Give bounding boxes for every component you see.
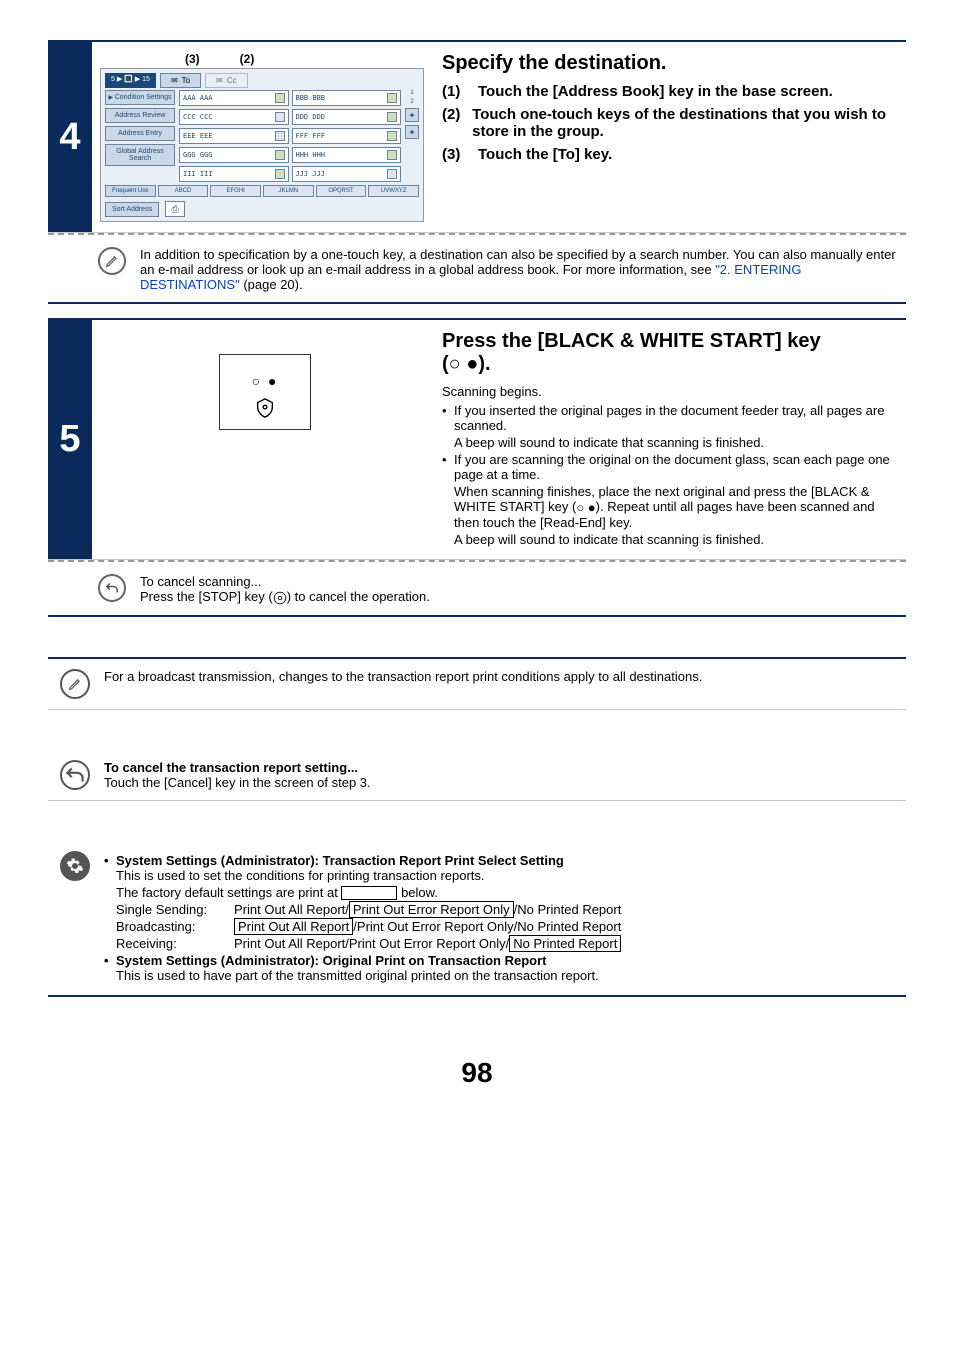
scanning-begins: Scanning begins. (442, 384, 898, 399)
phone-icon (387, 169, 397, 179)
item-3-text: Touch the [To] key. (478, 146, 612, 163)
address-grid: AAA AAA BBB BBB CCC CCC DDD DDD EEE EEE … (179, 90, 401, 182)
address-cell[interactable]: EEE EEE (179, 128, 289, 144)
address-review-button[interactable]: Address Review (105, 108, 175, 123)
address-cell[interactable]: DDD DDD (292, 109, 402, 125)
callout-3: (3) (185, 52, 200, 66)
cancel-transaction-note: To cancel the transaction report setting… (48, 750, 906, 801)
back-icon (98, 574, 126, 602)
bullet-1: If you inserted the original pages in th… (442, 403, 898, 433)
tab-jklmn[interactable]: JKLMN (263, 185, 314, 197)
envelope-icon: ✉ (216, 76, 223, 85)
mail-icon (275, 93, 285, 103)
callout-2: (2) (240, 52, 255, 66)
mail-icon (387, 93, 397, 103)
scrollbar: 1 2 ✦ ✦ (405, 90, 419, 182)
phone-icon (275, 131, 285, 141)
start-key-icon (254, 397, 276, 419)
stop-key-icon (273, 591, 287, 605)
step-5-number: 5 (48, 320, 92, 559)
address-cell[interactable]: BBB BBB (292, 90, 402, 106)
item-2-text: Touch one-touch keys of the destinations… (472, 106, 898, 140)
row-broadcasting: Broadcasting:Print Out All Report/Print … (104, 919, 898, 934)
pencil-icon (60, 669, 90, 699)
bw-key-icon: ○ ● (576, 500, 595, 515)
row-single-sending: Single Sending:Print Out All Report/Prin… (104, 902, 898, 917)
step-4-heading: Specify the destination. (442, 52, 898, 75)
back-icon (60, 760, 90, 790)
scroll-up-button[interactable]: ✦ (405, 108, 419, 122)
mail-icon (387, 112, 397, 122)
gear-icon (60, 851, 90, 881)
sys1-b: The factory default settings are print a… (104, 885, 898, 901)
scroll-down-button[interactable]: ✦ (405, 125, 419, 139)
mail-icon (275, 150, 285, 160)
phone-icon (275, 112, 285, 122)
step-5-cancel-note: To cancel scanning... Press the [STOP] k… (48, 560, 906, 617)
breadcrumb: 5 ▶ 🔳 ▶ 15 (105, 73, 156, 88)
step-4-note-text: In addition to specification by a one-to… (140, 247, 900, 292)
condition-settings-button[interactable]: Condition Settings (105, 90, 175, 105)
address-cell[interactable]: GGG GGG (179, 147, 289, 163)
sort-mode-button[interactable]: ⎙ (165, 201, 185, 217)
step-5-text: Press the [BLACK & WHITE START] key (○ ●… (442, 330, 898, 549)
blank-box (341, 886, 397, 900)
sys1-title: System Settings (Administrator): Transac… (104, 853, 898, 868)
mail-icon (387, 131, 397, 141)
item-2-num: (2) (442, 106, 462, 140)
sys1-a: This is used to set the conditions for p… (104, 868, 898, 883)
item-1-text: Touch the [Address Book] key in the base… (478, 83, 833, 100)
address-entry-button[interactable]: Address Entry (105, 126, 175, 141)
item-1-num: (1) (442, 83, 468, 100)
alpha-tabs: Frequent Use ABCD EFGHI JKLMN OPQRST UVW… (105, 185, 419, 197)
tab-uvwxyz[interactable]: UVWXYZ (368, 185, 419, 197)
step-4-note: In addition to specification by a one-to… (48, 233, 906, 304)
bullet-1b: A beep will sound to indicate that scann… (442, 435, 898, 450)
pencil-icon (98, 247, 126, 275)
step-4: 4 (3) (2) 5 ▶ 🔳 ▶ 15 ✉To ✉Cc Condition S… (48, 40, 906, 233)
bullet-2c: A beep will sound to indicate that scann… (442, 532, 898, 547)
step-4-number: 4 (48, 42, 92, 232)
sort-address-button[interactable]: Sort Address (105, 202, 159, 217)
tab-frequent[interactable]: Frequent Use (105, 185, 156, 197)
broadcast-note-text: For a broadcast transmission, changes to… (104, 669, 898, 699)
tab-abcd[interactable]: ABCD (158, 185, 209, 197)
cancel-transaction-body: Touch the [Cancel] key in the screen of … (104, 775, 898, 790)
address-cell[interactable]: CCC CCC (179, 109, 289, 125)
bw-indicator-icon: ○ ● (252, 373, 279, 389)
cancel-transaction-title: To cancel the transaction report setting… (104, 760, 898, 775)
cancel-scanning-text: To cancel scanning... Press the [STOP] k… (140, 574, 430, 605)
step-5: 5 ○ ● Press the [BLACK & WHITE START] ke… (48, 318, 906, 560)
cc-button[interactable]: ✉Cc (205, 73, 247, 88)
tab-opqrst[interactable]: OPQRST (316, 185, 367, 197)
step-5-illustration: ○ ● (100, 330, 430, 549)
broadcast-note: For a broadcast transmission, changes to… (48, 657, 906, 710)
step-4-text: Specify the destination. (1) Touch the [A… (442, 52, 898, 222)
row-receiving: Receiving:Print Out All Report/Print Out… (104, 936, 898, 951)
envelope-icon: ✉ (171, 76, 178, 85)
address-cell[interactable]: III III (179, 166, 289, 182)
system-settings-note: System Settings (Administrator): Transac… (48, 841, 906, 998)
sys2-title: System Settings (Administrator): Origina… (104, 953, 898, 968)
bullet-2: If you are scanning the original on the … (442, 452, 898, 482)
address-book-screen: 5 ▶ 🔳 ▶ 15 ✉To ✉Cc Condition Settings Ad… (100, 68, 424, 222)
sys2-a: This is used to have part of the transmi… (104, 968, 898, 983)
to-button[interactable]: ✉To (160, 73, 201, 88)
global-address-search-button[interactable]: Global Address Search (105, 144, 175, 166)
address-cell[interactable]: FFF FFF (292, 128, 402, 144)
page-number: 98 (48, 1057, 906, 1089)
address-cell[interactable]: AAA AAA (179, 90, 289, 106)
address-cell[interactable]: JJJ JJJ (292, 166, 402, 182)
step-5-heading: Press the [BLACK & WHITE START] key (○ ●… (442, 330, 898, 376)
address-cell[interactable]: HHH HHH (292, 147, 402, 163)
mail-icon (275, 169, 285, 179)
bw-key-icon: ○ ● (449, 353, 479, 376)
tab-efghi[interactable]: EFGHI (210, 185, 261, 197)
step-4-illustration: (3) (2) 5 ▶ 🔳 ▶ 15 ✉To ✉Cc Condition Set… (100, 52, 430, 222)
item-3-num: (3) (442, 146, 468, 163)
bullet-2b: When scanning finishes, place the next o… (442, 484, 898, 530)
mail-icon (387, 150, 397, 160)
